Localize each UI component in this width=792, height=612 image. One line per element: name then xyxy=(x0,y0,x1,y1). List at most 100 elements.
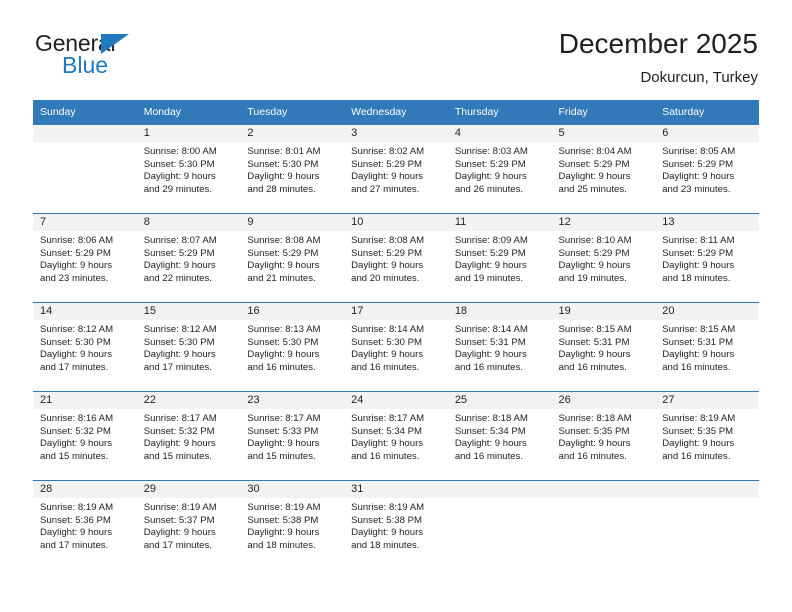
day-cell[interactable]: 25 Sunrise: 8:18 AM Sunset: 5:34 PM Dayl… xyxy=(447,391,552,481)
day-sun-info: Sunrise: 8:15 AM Sunset: 5:31 PM Dayligh… xyxy=(558,324,632,373)
calendar-body: 1 Sunrise: 8:00 AM Sunset: 5:30 PM Dayli… xyxy=(33,124,759,570)
day-sun-info: Sunrise: 8:19 AM Sunset: 5:38 PM Dayligh… xyxy=(247,502,321,551)
day-number: 7 xyxy=(33,214,137,231)
day-number: 10 xyxy=(344,214,448,231)
day-number: 18 xyxy=(447,303,552,320)
brand-triangle-icon xyxy=(101,34,129,54)
day-number: 31 xyxy=(344,481,448,498)
day-cell[interactable]: 9 Sunrise: 8:08 AM Sunset: 5:29 PM Dayli… xyxy=(240,213,345,303)
page-header: General Blue December 2025 Dokurcun, Tur… xyxy=(0,0,792,100)
day-sun-info: Sunrise: 8:13 AM Sunset: 5:30 PM Dayligh… xyxy=(247,324,321,373)
day-cell[interactable]: 15 Sunrise: 8:12 AM Sunset: 5:30 PM Dayl… xyxy=(136,302,241,392)
day-cell[interactable]: 23 Sunrise: 8:17 AM Sunset: 5:33 PM Dayl… xyxy=(240,391,345,481)
logo-text-blue: Blue xyxy=(62,52,109,78)
day-cell[interactable]: 14 Sunrise: 8:12 AM Sunset: 5:30 PM Dayl… xyxy=(33,302,137,392)
day-number: 19 xyxy=(551,303,656,320)
day-cell[interactable]: 4 Sunrise: 8:03 AM Sunset: 5:29 PM Dayli… xyxy=(447,124,552,214)
day-cell[interactable]: 22 Sunrise: 8:17 AM Sunset: 5:32 PM Dayl… xyxy=(136,391,241,481)
day-cell[interactable]: 16 Sunrise: 8:13 AM Sunset: 5:30 PM Dayl… xyxy=(240,302,345,392)
page-title: December 2025 xyxy=(558,28,758,59)
day-number: 2 xyxy=(240,125,345,142)
day-cell[interactable]: 8 Sunrise: 8:07 AM Sunset: 5:29 PM Dayli… xyxy=(136,213,241,303)
day-cell[interactable]: 30 Sunrise: 8:19 AM Sunset: 5:38 PM Dayl… xyxy=(240,480,345,570)
day-sun-info: Sunrise: 8:19 AM Sunset: 5:36 PM Dayligh… xyxy=(40,502,114,551)
day-cell[interactable]: 29 Sunrise: 8:19 AM Sunset: 5:37 PM Dayl… xyxy=(136,480,241,570)
day-cell[interactable]: 26 Sunrise: 8:18 AM Sunset: 5:35 PM Dayl… xyxy=(551,391,656,481)
day-sun-info: Sunrise: 8:12 AM Sunset: 5:30 PM Dayligh… xyxy=(143,324,217,373)
day-cell[interactable]: 31 Sunrise: 8:19 AM Sunset: 5:38 PM Dayl… xyxy=(344,480,448,570)
day-cell[interactable]: 5 Sunrise: 8:04 AM Sunset: 5:29 PM Dayli… xyxy=(551,124,656,214)
day-cell[interactable]: 11 Sunrise: 8:09 AM Sunset: 5:29 PM Dayl… xyxy=(447,213,552,303)
day-cell[interactable] xyxy=(655,480,759,570)
weekday-header-friday: Friday xyxy=(551,100,656,125)
day-number xyxy=(655,481,759,498)
day-sun-info: Sunrise: 8:01 AM Sunset: 5:30 PM Dayligh… xyxy=(247,146,321,195)
day-cell[interactable]: 20 Sunrise: 8:15 AM Sunset: 5:31 PM Dayl… xyxy=(655,302,759,392)
day-sun-info: Sunrise: 8:07 AM Sunset: 5:29 PM Dayligh… xyxy=(143,235,217,284)
day-sun-info: Sunrise: 8:12 AM Sunset: 5:30 PM Dayligh… xyxy=(40,324,114,373)
day-number: 24 xyxy=(344,392,448,409)
day-number: 13 xyxy=(655,214,759,231)
calendar-week-row: 28 Sunrise: 8:19 AM Sunset: 5:36 PM Dayl… xyxy=(33,480,759,570)
day-number: 4 xyxy=(447,125,552,142)
day-cell[interactable]: 27 Sunrise: 8:19 AM Sunset: 5:35 PM Dayl… xyxy=(655,391,759,481)
day-number: 20 xyxy=(655,303,759,320)
day-number: 9 xyxy=(240,214,345,231)
day-number: 16 xyxy=(240,303,345,320)
day-sun-info: Sunrise: 8:17 AM Sunset: 5:34 PM Dayligh… xyxy=(351,413,425,462)
calendar-week-row: 21 Sunrise: 8:16 AM Sunset: 5:32 PM Dayl… xyxy=(33,391,759,481)
day-cell[interactable]: 19 Sunrise: 8:15 AM Sunset: 5:31 PM Dayl… xyxy=(551,302,656,392)
day-number: 8 xyxy=(136,214,241,231)
weekday-header-thursday: Thursday xyxy=(447,100,552,125)
calendar-container: Sunday Monday Tuesday Wednesday Thursday… xyxy=(0,100,792,570)
day-cell[interactable]: 6 Sunrise: 8:05 AM Sunset: 5:29 PM Dayli… xyxy=(655,124,759,214)
day-sun-info: Sunrise: 8:09 AM Sunset: 5:29 PM Dayligh… xyxy=(454,235,528,284)
day-number: 25 xyxy=(447,392,552,409)
day-cell[interactable] xyxy=(447,480,552,570)
weekday-header-row: Sunday Monday Tuesday Wednesday Thursday… xyxy=(33,100,759,125)
day-sun-info: Sunrise: 8:03 AM Sunset: 5:29 PM Dayligh… xyxy=(454,146,528,195)
day-cell[interactable] xyxy=(551,480,656,570)
day-number: 14 xyxy=(33,303,137,320)
day-number: 5 xyxy=(551,125,656,142)
calendar-week-row: 1 Sunrise: 8:00 AM Sunset: 5:30 PM Dayli… xyxy=(33,124,759,214)
day-number: 26 xyxy=(551,392,656,409)
day-cell[interactable]: 10 Sunrise: 8:08 AM Sunset: 5:29 PM Dayl… xyxy=(344,213,448,303)
day-number: 3 xyxy=(344,125,448,142)
day-number: 28 xyxy=(33,481,137,498)
day-cell[interactable]: 28 Sunrise: 8:19 AM Sunset: 5:36 PM Dayl… xyxy=(33,480,137,570)
day-number: 23 xyxy=(240,392,345,409)
day-sun-info: Sunrise: 8:17 AM Sunset: 5:33 PM Dayligh… xyxy=(247,413,321,462)
day-cell[interactable]: 7 Sunrise: 8:06 AM Sunset: 5:29 PM Dayli… xyxy=(33,213,137,303)
day-cell[interactable]: 24 Sunrise: 8:17 AM Sunset: 5:34 PM Dayl… xyxy=(344,391,448,481)
day-cell[interactable]: 3 Sunrise: 8:02 AM Sunset: 5:29 PM Dayli… xyxy=(344,124,448,214)
general-blue-logo[interactable]: General Blue xyxy=(33,26,183,88)
day-number xyxy=(447,481,552,498)
day-number: 17 xyxy=(344,303,448,320)
day-number: 29 xyxy=(136,481,241,498)
day-sun-info: Sunrise: 8:14 AM Sunset: 5:30 PM Dayligh… xyxy=(351,324,425,373)
title-block: December 2025 Dokurcun, Turkey xyxy=(559,26,758,87)
weekday-header-wednesday: Wednesday xyxy=(344,100,448,125)
day-cell[interactable]: 13 Sunrise: 8:11 AM Sunset: 5:29 PM Dayl… xyxy=(655,213,759,303)
day-sun-info xyxy=(552,498,656,502)
calendar-week-row: 7 Sunrise: 8:06 AM Sunset: 5:29 PM Dayli… xyxy=(33,213,759,303)
day-sun-info: Sunrise: 8:17 AM Sunset: 5:32 PM Dayligh… xyxy=(143,413,217,462)
day-cell[interactable]: 18 Sunrise: 8:14 AM Sunset: 5:31 PM Dayl… xyxy=(447,302,552,392)
day-cell[interactable]: 2 Sunrise: 8:01 AM Sunset: 5:30 PM Dayli… xyxy=(240,124,345,214)
day-sun-info: Sunrise: 8:19 AM Sunset: 5:38 PM Dayligh… xyxy=(351,502,425,551)
day-cell[interactable] xyxy=(33,124,137,214)
day-cell[interactable]: 1 Sunrise: 8:00 AM Sunset: 5:30 PM Dayli… xyxy=(136,124,241,214)
day-number: 6 xyxy=(655,125,759,142)
day-cell[interactable]: 21 Sunrise: 8:16 AM Sunset: 5:32 PM Dayl… xyxy=(33,391,137,481)
day-cell[interactable]: 17 Sunrise: 8:14 AM Sunset: 5:30 PM Dayl… xyxy=(344,302,448,392)
day-cell[interactable]: 12 Sunrise: 8:10 AM Sunset: 5:29 PM Dayl… xyxy=(551,213,656,303)
calendar-grid: Sunday Monday Tuesday Wednesday Thursday… xyxy=(33,100,759,570)
day-number: 22 xyxy=(136,392,241,409)
day-sun-info: Sunrise: 8:15 AM Sunset: 5:31 PM Dayligh… xyxy=(662,324,736,373)
day-sun-info xyxy=(448,498,552,502)
day-sun-info: Sunrise: 8:16 AM Sunset: 5:32 PM Dayligh… xyxy=(40,413,114,462)
day-sun-info: Sunrise: 8:08 AM Sunset: 5:29 PM Dayligh… xyxy=(351,235,425,284)
day-number xyxy=(551,481,656,498)
day-sun-info: Sunrise: 8:06 AM Sunset: 5:29 PM Dayligh… xyxy=(40,235,114,284)
